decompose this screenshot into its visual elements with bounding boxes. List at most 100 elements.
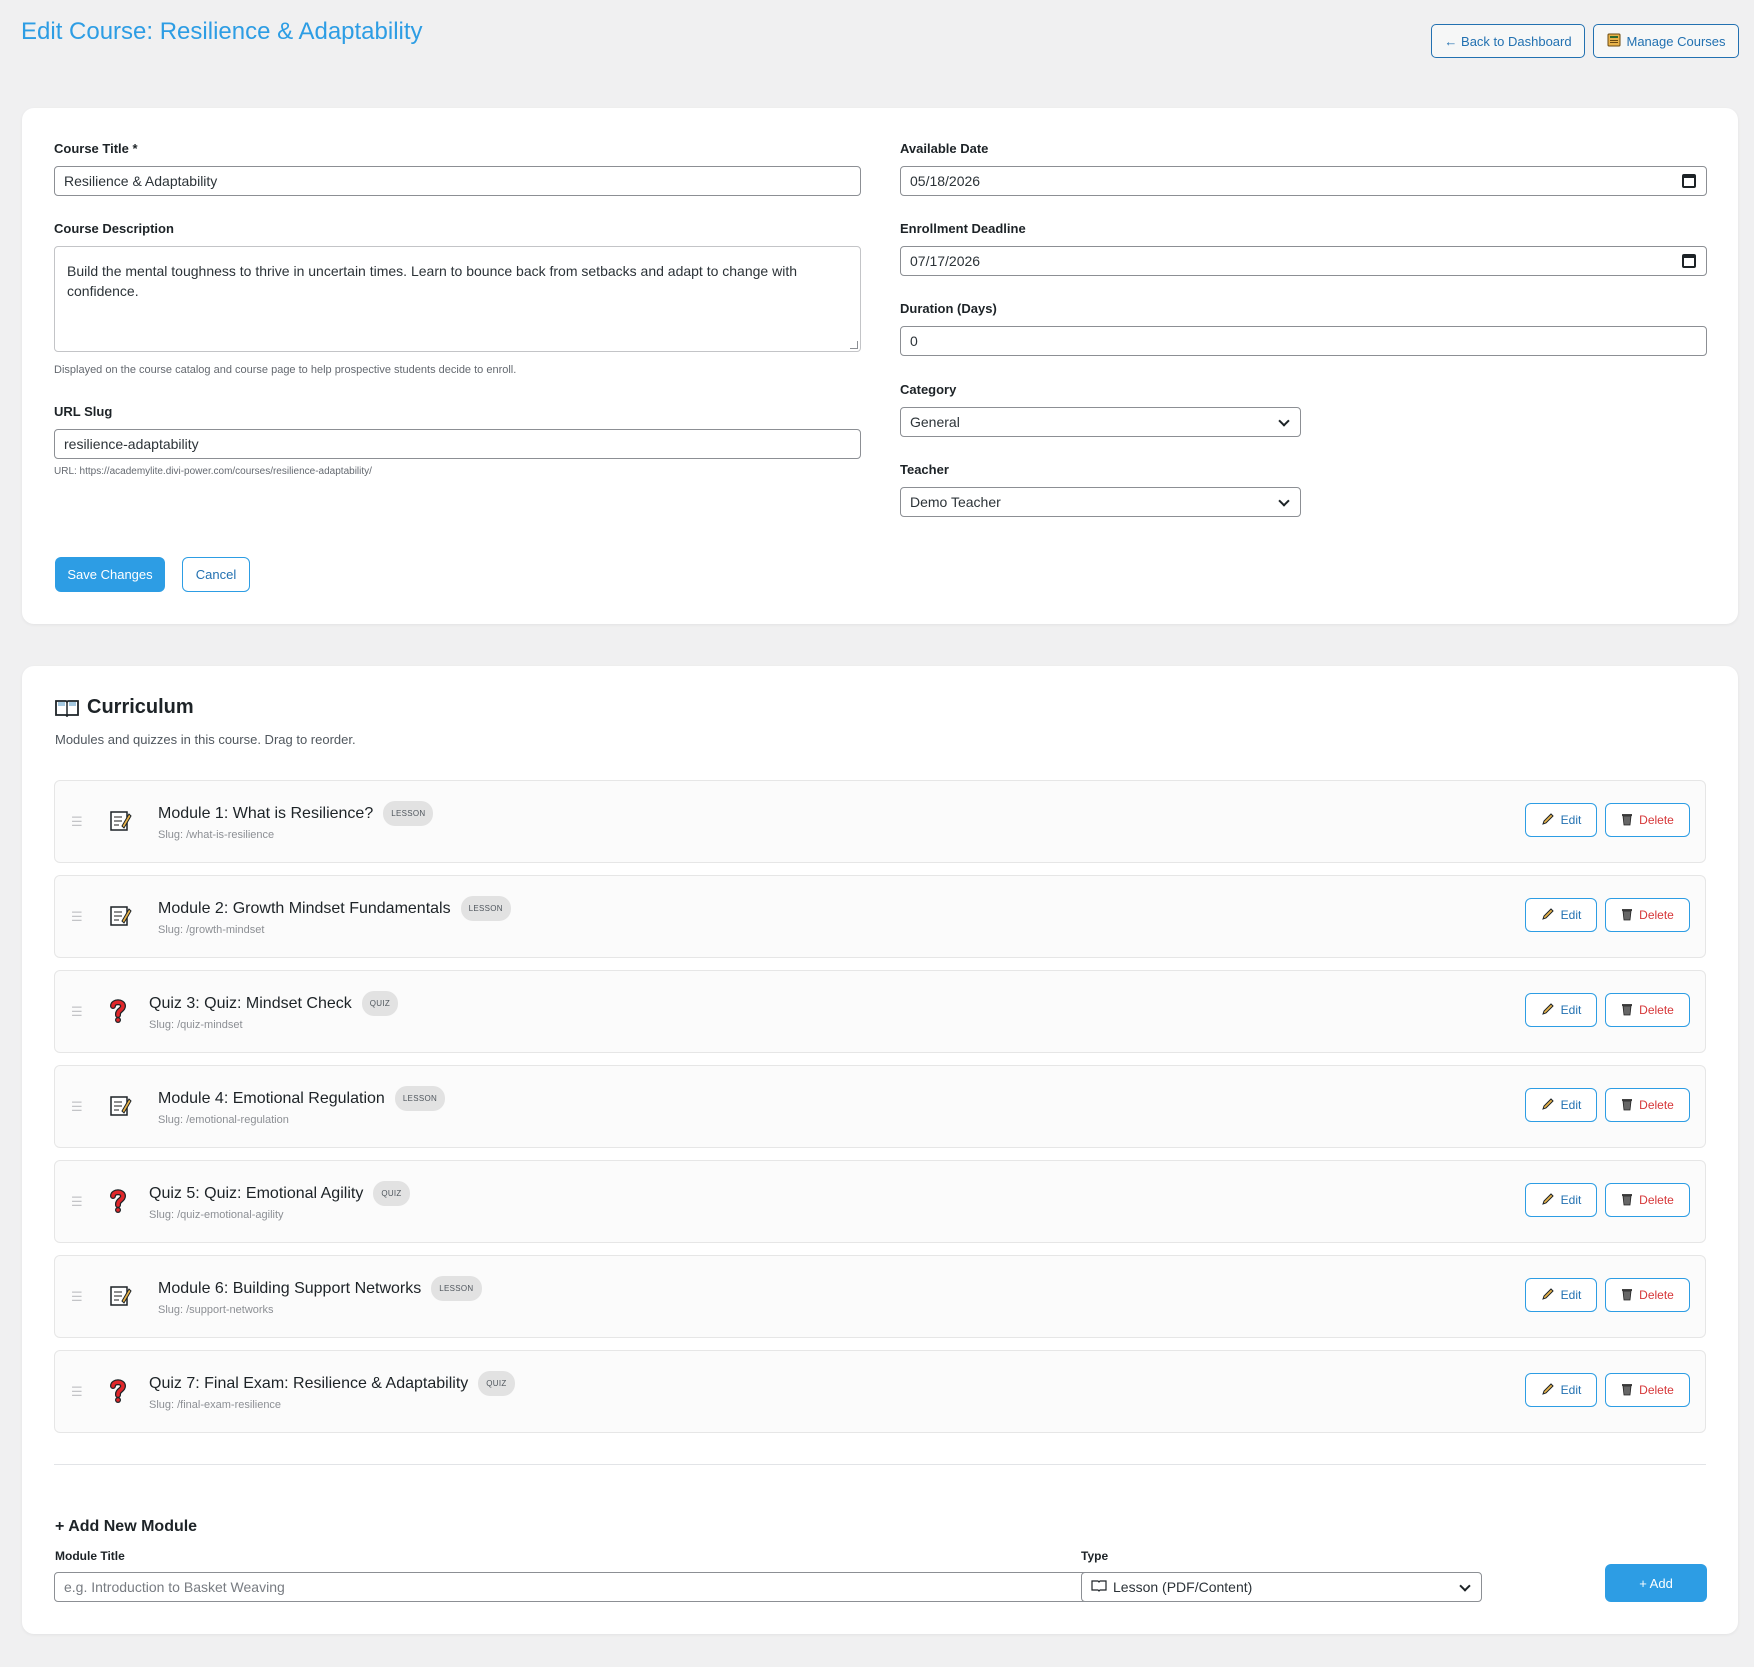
row-title: Module 1: What is Resilience? bbox=[158, 804, 374, 822]
pencil-icon bbox=[1541, 1287, 1555, 1304]
category-select[interactable]: General bbox=[900, 407, 1301, 437]
curriculum-row[interactable]: ☰ Module 2: Growth Mindset Fundamentals LE… bbox=[54, 875, 1706, 958]
row-title: Quiz 3: Quiz: Mindset Check bbox=[149, 994, 352, 1012]
curriculum-row[interactable]: ☰ Quiz 3: Quiz: Mindset Check QUIZ Slug: /q… bbox=[54, 970, 1706, 1053]
row-slug: Slug: /final-exam-resilience bbox=[149, 1399, 282, 1411]
row-title-group: Quiz 5: Quiz: Emotional Agility QUIZ bbox=[149, 1181, 410, 1206]
curriculum-row[interactable]: ☰ Module 1: What is Resilience? LESSON Slug… bbox=[54, 780, 1706, 863]
type-badge: QUIZ bbox=[373, 1181, 410, 1206]
curriculum-subtitle: Modules and quizzes in this course. Drag… bbox=[55, 732, 356, 747]
delete-button[interactable]: Delete bbox=[1605, 803, 1690, 837]
row-title: Module 4: Emotional Regulation bbox=[158, 1089, 385, 1107]
type-badge: QUIZ bbox=[361, 991, 399, 1016]
slug-input[interactable]: resilience-adaptability bbox=[54, 429, 861, 459]
calendar-icon[interactable] bbox=[1682, 254, 1696, 268]
curriculum-row[interactable]: ☰ Module 6: Building Support Networks LESS… bbox=[54, 1255, 1706, 1338]
row-slug: Slug: /quiz-emotional-agility bbox=[149, 1209, 284, 1221]
back-label: ← Back to Dashboard bbox=[1444, 33, 1572, 49]
description-textarea[interactable]: Build the mental toughness to thrive in … bbox=[54, 246, 861, 352]
delete-label: Delete bbox=[1639, 1003, 1674, 1017]
pencil-icon bbox=[1541, 1097, 1555, 1114]
module-title-input[interactable]: e.g. Introduction to Basket Weaving bbox=[54, 1572, 1097, 1602]
edit-label: Edit bbox=[1560, 908, 1582, 922]
drag-handle-icon[interactable]: ☰ bbox=[71, 1384, 83, 1400]
edit-button[interactable]: Edit bbox=[1525, 993, 1597, 1027]
cancel-button[interactable]: Cancel bbox=[182, 557, 250, 592]
curriculum-row[interactable]: ☰ Quiz 5: Quiz: Emotional Agility QUIZ Slug… bbox=[54, 1160, 1706, 1243]
delete-button[interactable]: Delete bbox=[1605, 898, 1690, 932]
calendar-icon[interactable] bbox=[1682, 174, 1696, 188]
row-title: Module 2: Growth Mindset Fundamentals bbox=[158, 899, 451, 917]
drag-handle-icon[interactable]: ☰ bbox=[71, 1194, 83, 1210]
memo-icon bbox=[107, 903, 133, 929]
available-date-value: 05/18/2026 bbox=[910, 173, 981, 189]
module-title-placeholder: e.g. Introduction to Basket Weaving bbox=[64, 1579, 285, 1595]
row-title: Quiz 5: Quiz: Emotional Agility bbox=[149, 1184, 364, 1202]
trash-icon bbox=[1621, 1192, 1633, 1209]
delete-button[interactable]: Delete bbox=[1605, 1088, 1690, 1122]
chevron-down-icon bbox=[1278, 495, 1290, 507]
edit-button[interactable]: Edit bbox=[1525, 1278, 1597, 1312]
module-title-label: Module Title bbox=[55, 1549, 125, 1563]
add-module-heading: + Add New Module bbox=[55, 1518, 198, 1535]
category-label: Category bbox=[900, 382, 957, 397]
row-slug: Slug: /emotional-regulation bbox=[158, 1114, 289, 1126]
type-select[interactable]: Lesson (PDF/Content) bbox=[1081, 1572, 1482, 1602]
pencil-icon bbox=[1541, 1382, 1555, 1399]
question-icon bbox=[105, 998, 131, 1024]
pencil-icon bbox=[1541, 1002, 1555, 1019]
question-icon bbox=[105, 1188, 131, 1214]
edit-button[interactable]: Edit bbox=[1525, 803, 1597, 837]
duration-value: 0 bbox=[910, 333, 918, 349]
delete-button[interactable]: Delete bbox=[1605, 1183, 1690, 1217]
enrollment-deadline-input[interactable]: 07/17/2026 bbox=[900, 246, 1707, 276]
trash-icon bbox=[1621, 812, 1633, 829]
book-icon bbox=[1091, 1579, 1107, 1595]
available-date-input[interactable]: 05/18/2026 bbox=[900, 166, 1707, 196]
edit-label: Edit bbox=[1560, 1193, 1582, 1207]
row-title-group: Module 2: Growth Mindset Fundamentals LES… bbox=[158, 896, 511, 921]
resize-grip-icon[interactable] bbox=[850, 341, 858, 349]
row-slug: Slug: /support-networks bbox=[158, 1304, 274, 1316]
row-title-group: Module 4: Emotional Regulation LESSON bbox=[158, 1086, 446, 1111]
open-book-icon bbox=[55, 698, 79, 718]
edit-label: Edit bbox=[1560, 1383, 1582, 1397]
course-title-input[interactable]: Resilience & Adaptability bbox=[54, 166, 861, 196]
drag-handle-icon[interactable]: ☰ bbox=[71, 1099, 83, 1115]
memo-icon bbox=[107, 1283, 133, 1309]
curriculum-card: Curriculum Modules and quizzes in this c… bbox=[22, 666, 1738, 1634]
add-module-button[interactable]: + Add bbox=[1605, 1564, 1707, 1602]
delete-button[interactable]: Delete bbox=[1605, 1278, 1690, 1312]
delete-button[interactable]: Delete bbox=[1605, 993, 1690, 1027]
description-help: Displayed on the course catalog and cour… bbox=[54, 364, 517, 376]
drag-handle-icon[interactable]: ☰ bbox=[71, 1004, 83, 1020]
curriculum-heading: Curriculum bbox=[55, 696, 194, 719]
edit-button[interactable]: Edit bbox=[1525, 1183, 1597, 1217]
description-label: Course Description bbox=[54, 221, 174, 236]
divider bbox=[54, 1464, 1706, 1465]
edit-label: Edit bbox=[1560, 1098, 1582, 1112]
memo-icon bbox=[107, 1093, 133, 1119]
drag-handle-icon[interactable]: ☰ bbox=[71, 1289, 83, 1305]
duration-label: Duration (Days) bbox=[900, 301, 997, 316]
teacher-value: Demo Teacher bbox=[910, 494, 1001, 510]
teacher-select[interactable]: Demo Teacher bbox=[900, 487, 1301, 517]
drag-handle-icon[interactable]: ☰ bbox=[71, 814, 83, 830]
type-value: Lesson (PDF/Content) bbox=[1113, 1579, 1253, 1595]
drag-handle-icon[interactable]: ☰ bbox=[71, 909, 83, 925]
type-badge: QUIZ bbox=[478, 1371, 515, 1396]
row-title: Quiz 7: Final Exam: Resilience & Adaptab… bbox=[149, 1374, 469, 1392]
delete-button[interactable]: Delete bbox=[1605, 1373, 1690, 1407]
curriculum-row[interactable]: ☰ Module 4: Emotional Regulation LESSON Slu… bbox=[54, 1065, 1706, 1148]
duration-input[interactable]: 0 bbox=[900, 326, 1707, 356]
trash-icon bbox=[1621, 1002, 1633, 1019]
back-to-dashboard-button[interactable]: ← Back to Dashboard bbox=[1431, 24, 1585, 58]
page-title: Edit Course: Resilience & Adaptability bbox=[21, 18, 423, 45]
type-badge: LESSON bbox=[394, 1086, 446, 1111]
manage-courses-button[interactable]: Manage Courses bbox=[1593, 24, 1739, 58]
curriculum-row[interactable]: ☰ Quiz 7: Final Exam: Resilience & Adapta… bbox=[54, 1350, 1706, 1433]
edit-button[interactable]: Edit bbox=[1525, 1088, 1597, 1122]
edit-button[interactable]: Edit bbox=[1525, 1373, 1597, 1407]
save-changes-button[interactable]: Save Changes bbox=[55, 557, 165, 592]
edit-button[interactable]: Edit bbox=[1525, 898, 1597, 932]
